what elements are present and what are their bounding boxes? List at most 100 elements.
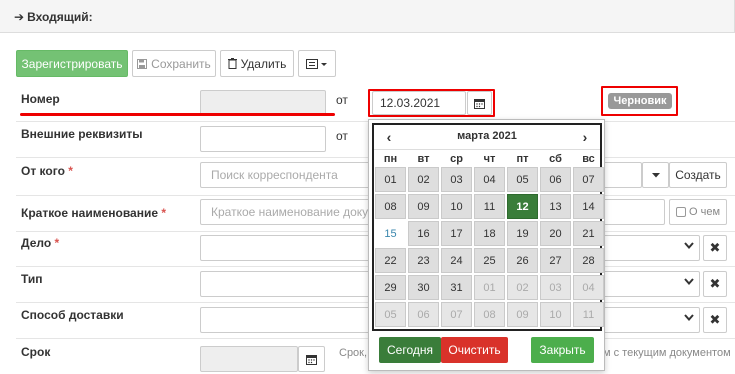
external-from-label: от (336, 129, 348, 143)
calendar-day[interactable]: 13 (540, 194, 571, 219)
calendar-icon (306, 354, 317, 365)
calendar-day[interactable]: 14 (573, 194, 604, 219)
calendar-button[interactable] (467, 91, 492, 115)
calendar-icon (474, 98, 485, 109)
calendar-day[interactable]: 31 (441, 275, 472, 300)
calendar-day[interactable]: 10 (540, 302, 571, 327)
chevron-down-icon (684, 278, 694, 285)
case-label: Дело * (21, 236, 60, 250)
panel-title: ➔ Входящий: (14, 10, 93, 24)
calendar-day[interactable]: 27 (540, 248, 571, 273)
save-button[interactable]: Сохранить (132, 50, 216, 77)
close-icon: ✖ (709, 240, 721, 255)
calendar-day[interactable]: 21 (573, 221, 604, 246)
external-label: Внешние реквизиты (21, 127, 143, 141)
number-from-label: от (336, 93, 348, 107)
calendar-day[interactable]: 10 (441, 194, 472, 219)
list-icon (306, 58, 328, 69)
calendar-day[interactable]: 09 (507, 302, 538, 327)
red-underline-annotation (20, 113, 335, 116)
clear-button[interactable]: Очистить (441, 337, 508, 363)
calendar-header: ‹ марта 2021 › (374, 125, 600, 150)
trash-icon (227, 58, 237, 69)
calendar-day[interactable]: 04 (573, 275, 604, 300)
floppy-icon (137, 58, 148, 69)
calendar-day[interactable]: 11 (573, 302, 604, 327)
calendar-day[interactable]: 05 (507, 167, 538, 192)
short-name-label: Краткое наименование * (21, 206, 167, 220)
today-button[interactable]: Сегодня (379, 337, 441, 363)
calendar-day[interactable]: 30 (408, 275, 439, 300)
calendar-day[interactable]: 19 (507, 221, 538, 246)
deadline-label: Срок (21, 345, 51, 359)
date-input[interactable]: 12.03.2021 (372, 91, 466, 115)
weekday-header: вс (582, 153, 595, 165)
panel-header (0, 0, 735, 33)
register-button[interactable]: Зарегистрировать (16, 50, 128, 77)
calendar-day[interactable]: 01 (375, 167, 406, 192)
calendar-day[interactable]: 12 (507, 194, 538, 219)
calendar-day[interactable]: 07 (441, 302, 472, 327)
close-icon: ✖ (709, 312, 721, 327)
calendar-day[interactable]: 15 (375, 221, 406, 246)
chevron-down-icon (684, 314, 694, 321)
chevron-down-icon (684, 242, 694, 249)
external-number-input[interactable] (200, 126, 326, 152)
calendar-day[interactable]: 04 (474, 167, 505, 192)
calendar-day[interactable]: 25 (474, 248, 505, 273)
weekday-header: сб (549, 153, 562, 165)
calendar-day[interactable]: 28 (573, 248, 604, 273)
delivery-label: Способ доставки (21, 308, 124, 322)
about-checkbox[interactable]: О чем (669, 199, 727, 225)
calendar-day[interactable]: 11 (474, 194, 505, 219)
calendar-day[interactable]: 26 (507, 248, 538, 273)
sign-in-icon: ➔ (14, 10, 25, 24)
delete-button[interactable]: Удалить (220, 50, 294, 77)
caret-down-icon (651, 172, 660, 178)
calendar-day[interactable]: 07 (573, 167, 604, 192)
deadline-hint-right: м с текущим документом (603, 347, 731, 359)
calendar-day[interactable]: 18 (474, 221, 505, 246)
calendar-day[interactable]: 06 (408, 302, 439, 327)
prev-month-button[interactable]: ‹ (378, 127, 400, 147)
case-clear-button[interactable]: ✖ (703, 235, 727, 261)
calendar-day[interactable]: 23 (408, 248, 439, 273)
create-sender-button[interactable]: Создать (669, 162, 727, 188)
calendar-day[interactable]: 08 (474, 302, 505, 327)
calendar-day[interactable]: 08 (375, 194, 406, 219)
calendar-day[interactable]: 20 (540, 221, 571, 246)
delivery-clear-button[interactable]: ✖ (703, 307, 727, 333)
deadline-calendar-button[interactable] (298, 346, 325, 372)
chevron-left-icon: ‹ (386, 129, 392, 145)
calendar-day[interactable]: 22 (375, 248, 406, 273)
calendar-month-title[interactable]: марта 2021 (404, 130, 570, 142)
next-month-button[interactable]: › (574, 127, 596, 147)
close-button[interactable]: Закрыть (531, 337, 594, 363)
close-icon: ✖ (709, 276, 721, 291)
weekday-header: чт (483, 153, 496, 165)
sender-dropdown-button[interactable] (642, 162, 669, 188)
calendar-day[interactable]: 29 (375, 275, 406, 300)
deadline-input[interactable] (200, 346, 298, 372)
calendar-day[interactable]: 03 (441, 167, 472, 192)
type-clear-button[interactable]: ✖ (703, 271, 727, 297)
calendar-day[interactable]: 01 (474, 275, 505, 300)
checkbox-icon (675, 207, 686, 217)
calendar-day[interactable]: 02 (507, 275, 538, 300)
calendar-day[interactable]: 17 (441, 221, 472, 246)
status-badge: Черновик (608, 93, 672, 109)
calendar-day[interactable]: 03 (540, 275, 571, 300)
calendar-day[interactable]: 06 (540, 167, 571, 192)
weekday-header: пт (516, 153, 529, 165)
datepicker-calendar: ‹ марта 2021 › пн вт ср чт пт сб вс 01 02 03 04 05 0… (372, 123, 604, 331)
number-label: Номер (21, 92, 60, 106)
calendar-day[interactable]: 05 (375, 302, 406, 327)
calendar-day[interactable]: 24 (441, 248, 472, 273)
view-menu-button[interactable] (298, 50, 336, 77)
weekday-header: пн (383, 153, 398, 165)
calendar-day[interactable]: 09 (408, 194, 439, 219)
calendar-day[interactable]: 02 (408, 167, 439, 192)
sender-label: От кого * (21, 164, 73, 178)
calendar-day[interactable]: 16 (408, 221, 439, 246)
weekday-header: ср (450, 153, 463, 165)
